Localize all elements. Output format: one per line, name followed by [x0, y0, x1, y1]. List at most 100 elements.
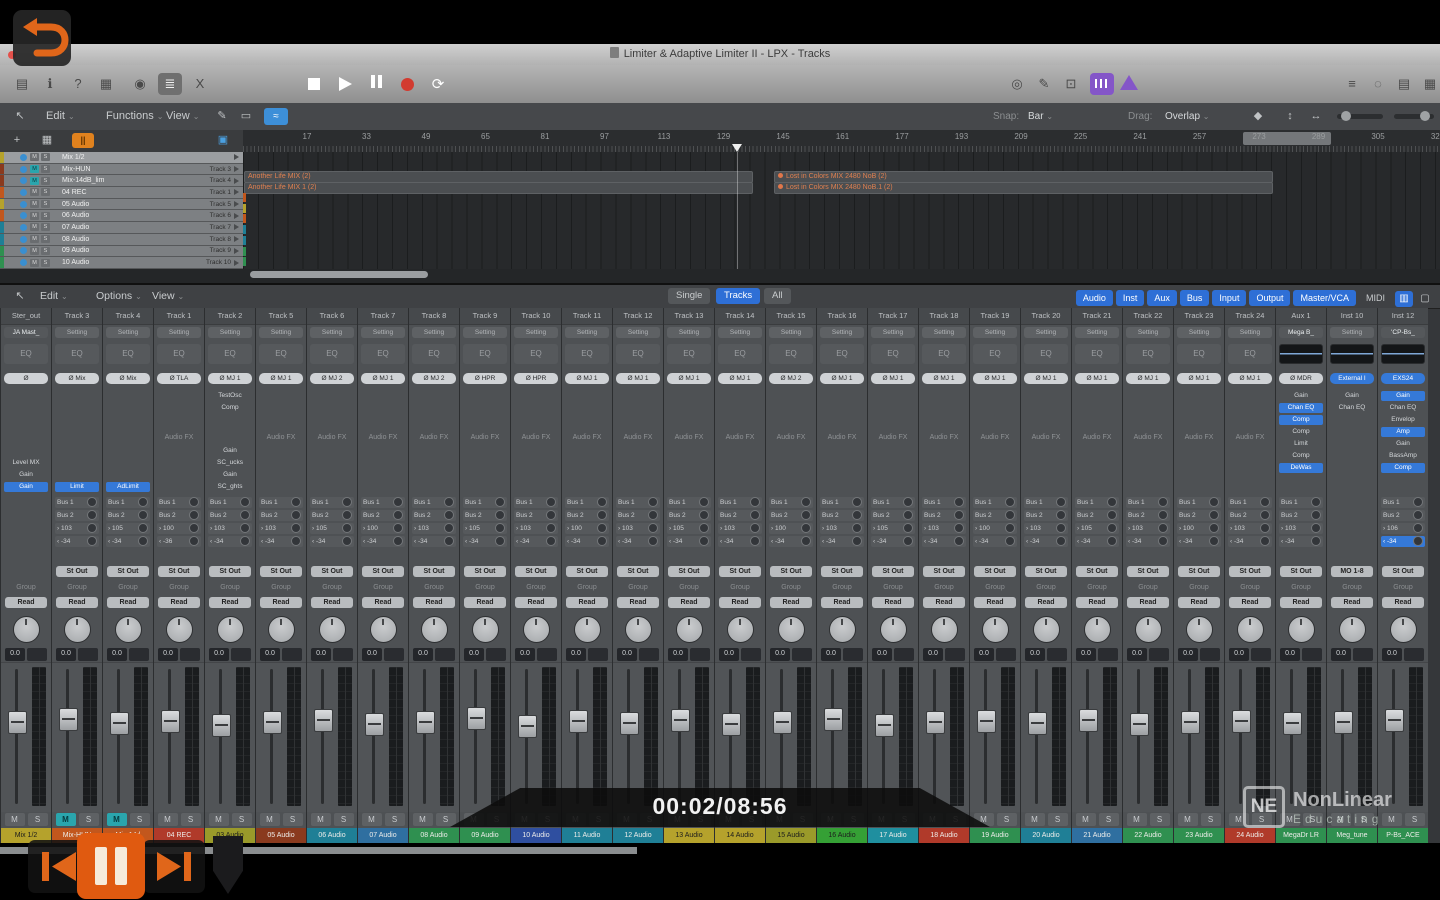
automation-slot[interactable]: Read [613, 595, 663, 612]
input-monitor-icon[interactable] [20, 224, 27, 231]
send-slot[interactable]: › 103 [55, 523, 99, 534]
mixer-view-all[interactable]: All [764, 288, 791, 304]
send-slot[interactable]: ‹ -34 [310, 536, 354, 547]
eq-button[interactable]: EQ [769, 344, 813, 364]
send-knob[interactable] [138, 510, 148, 520]
track-solo-button[interactable]: S [41, 259, 50, 267]
solo-mode-button[interactable] [1090, 73, 1114, 95]
insert-slot-button[interactable]: Ø [4, 373, 48, 384]
fader-cap[interactable] [875, 714, 894, 737]
send-knob[interactable] [138, 497, 148, 507]
strip-setting-slot[interactable]: Setting [1123, 325, 1173, 342]
insert-slot-button[interactable]: External I [1330, 373, 1374, 384]
strip-sends-area[interactable]: Bus 1Bus 2› 100‹ -34 [766, 495, 816, 549]
channel-setting-button[interactable]: Setting [1075, 327, 1119, 338]
send-slot[interactable]: ‹ -34 [973, 536, 1017, 547]
output-button[interactable]: St Out [1382, 566, 1424, 577]
strip-setting-slot[interactable]: Setting [868, 325, 918, 342]
pan-knob[interactable] [1339, 616, 1366, 643]
eq-button[interactable]: EQ [259, 344, 303, 364]
send-knob[interactable] [1005, 497, 1015, 507]
send-slot[interactable]: Bus 2 [871, 510, 915, 521]
send-slot[interactable]: Bus 1 [769, 497, 813, 508]
strip-setting-slot[interactable]: Setting [1225, 325, 1275, 342]
output-button[interactable]: St Out [566, 566, 608, 577]
strip-audio-fx-area[interactable]: Level MXGainGain [1, 388, 51, 495]
strip-setting-slot[interactable]: Setting [307, 325, 357, 342]
plugin-slot[interactable]: Limit [55, 482, 99, 492]
send-slot[interactable]: Bus 1 [259, 497, 303, 508]
send-knob[interactable] [1158, 523, 1168, 533]
mute-button[interactable]: M [1025, 813, 1045, 826]
strip-eq-slot[interactable]: EQ [766, 342, 816, 371]
fader-cap[interactable] [824, 708, 843, 731]
group-slot[interactable]: Group [103, 581, 153, 595]
strip-insert-slot[interactable]: Ø MJ 1 [1225, 371, 1275, 388]
fader-cap[interactable] [518, 715, 537, 738]
send-slot[interactable]: Bus 1 [208, 497, 252, 508]
volume-value[interactable]: 0.0 [107, 648, 127, 661]
pencil-icon[interactable]: ✎ [1032, 73, 1056, 95]
volume-value[interactable]: 0.0 [515, 648, 535, 661]
track-mute-button[interactable]: M [30, 259, 39, 267]
channel-setting-button[interactable]: Setting [616, 327, 660, 338]
insert-slot-button[interactable]: Ø MJ 1 [565, 373, 609, 384]
send-knob[interactable] [495, 497, 505, 507]
mixer-filter-midi[interactable]: MIDI [1359, 290, 1392, 306]
output-button[interactable]: St Out [413, 566, 455, 577]
track-solo-button[interactable]: S [41, 200, 50, 208]
send-slot[interactable]: › 103 [1228, 523, 1272, 534]
fader-cap[interactable] [8, 711, 27, 734]
output-button[interactable]: St Out [974, 566, 1016, 577]
output-button[interactable]: St Out [1127, 566, 1169, 577]
pan-knob[interactable] [472, 616, 499, 643]
track-solo-button[interactable]: S [41, 212, 50, 220]
plugin-slot[interactable]: Gain [4, 470, 48, 480]
track-header[interactable]: MS10 AudioTrack 10 [0, 257, 243, 269]
input-monitor-icon[interactable] [20, 247, 27, 254]
send-slot[interactable]: Bus 2 [769, 510, 813, 521]
volume-value[interactable]: 0.0 [1076, 648, 1096, 661]
strip-audio-fx-area[interactable]: Audio FX [919, 388, 969, 495]
output-button[interactable]: St Out [1025, 566, 1067, 577]
eq-button[interactable]: EQ [55, 344, 99, 364]
strip-sends-area[interactable]: Bus 1Bus 2› 103‹ -34 [1276, 495, 1326, 549]
send-slot[interactable]: ‹ -34 [412, 536, 456, 547]
insert-slot-button[interactable]: EXS24 [1381, 373, 1425, 384]
send-slot[interactable]: ‹ -34 [871, 536, 915, 547]
strip-sends-area[interactable]: Bus 1Bus 2› 103‹ -34 [409, 495, 459, 549]
strip-sends-area[interactable]: Bus 1Bus 2› 105‹ -34 [664, 495, 714, 549]
output-button[interactable]: St Out [158, 566, 200, 577]
track-solo-button[interactable]: S [41, 165, 50, 173]
strip-setting-slot[interactable]: Setting [919, 325, 969, 342]
strip-output-slot[interactable]: St Out [1276, 564, 1326, 581]
strip-sends-area[interactable]: Bus 1Bus 2› 105‹ -34 [868, 495, 918, 549]
output-button[interactable]: St Out [260, 566, 302, 577]
strip-output-slot[interactable]: St Out [562, 564, 612, 581]
pan-knob[interactable] [1084, 616, 1111, 643]
send-slot[interactable]: Bus 2 [361, 510, 405, 521]
strip-output-slot[interactable]: St Out [1123, 564, 1173, 581]
send-knob[interactable] [750, 523, 760, 533]
group-slot[interactable]: Group [1225, 581, 1275, 595]
send-slot[interactable]: Bus 2 [1177, 510, 1221, 521]
strip-insert-slot[interactable]: Ø MDR [1276, 371, 1326, 388]
input-monitor-icon[interactable] [20, 201, 27, 208]
play-button[interactable] [332, 72, 358, 96]
automation-slot[interactable]: Read [664, 595, 714, 612]
send-knob[interactable] [1158, 497, 1168, 507]
eq-button[interactable]: EQ [1126, 344, 1170, 364]
send-knob[interactable] [852, 523, 862, 533]
channel-setting-button[interactable]: 'CP-Bs_ [1381, 327, 1425, 338]
send-knob[interactable] [954, 536, 964, 546]
strip-fader-area[interactable] [1, 662, 51, 812]
strip-output-slot[interactable]: MO 1-8 [1327, 564, 1377, 581]
track-mute-button[interactable]: M [30, 165, 39, 173]
strip-eq-slot[interactable]: EQ [1072, 342, 1122, 371]
strip-audio-fx-area[interactable]: Audio FX [409, 388, 459, 495]
automation-read-button[interactable]: Read [770, 597, 812, 608]
plugin-slot[interactable]: AdLimit [106, 482, 150, 492]
send-knob[interactable] [189, 523, 199, 533]
group-slot[interactable]: Group [868, 581, 918, 595]
strip-eq-slot[interactable]: EQ [1225, 342, 1275, 371]
